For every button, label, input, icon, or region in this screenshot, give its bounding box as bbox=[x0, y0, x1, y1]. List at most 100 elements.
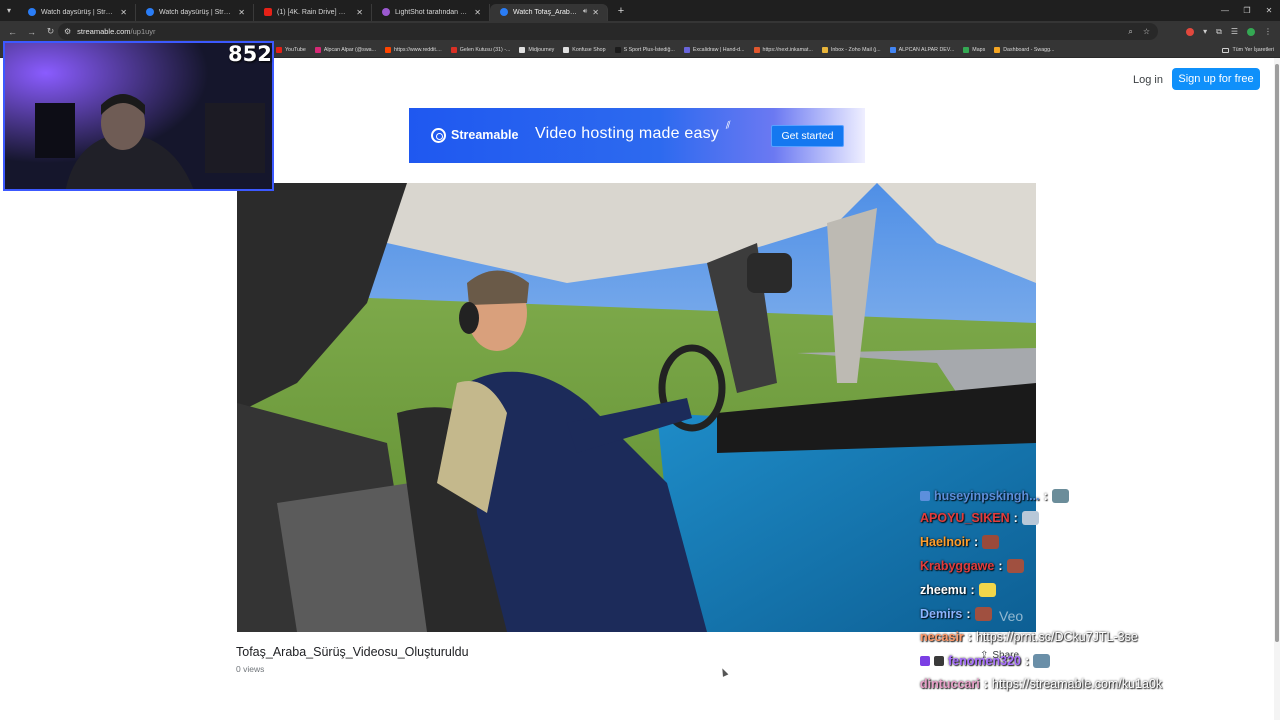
tab-title: (1) [4K. Rain Drive] 비를 맞으며 bbox=[277, 9, 352, 16]
tab-4[interactable]: LightShot tarafından Ekran Gö ✕ bbox=[372, 3, 490, 21]
bookmark-item[interactable]: Maps bbox=[963, 46, 986, 53]
chat-message: zheemu : bbox=[920, 580, 996, 600]
bookmark-favicon-icon bbox=[614, 46, 621, 53]
zoom-icon[interactable]: ⌕ bbox=[1128, 27, 1132, 37]
chat-separator: : bbox=[983, 677, 988, 691]
extension-dropdown-icon[interactable]: ▾ bbox=[1203, 27, 1207, 36]
chat-message: necasir : https://prnt.sc/DCku7JTL-3se bbox=[920, 627, 1138, 647]
all-bookmarks-folder[interactable]: Tüm Yer İşaretleri bbox=[1222, 42, 1274, 58]
speaker-icon[interactable]: 🔊︎ bbox=[583, 8, 587, 16]
chat-overlay: huseyinpskingh... : APOYU_SIKEN : Haelno… bbox=[914, 484, 1274, 699]
bookmark-favicon-icon bbox=[753, 46, 760, 53]
url-host: streamable.com bbox=[77, 27, 131, 36]
tab-title: Watch daysürüş | Streamable bbox=[41, 8, 115, 16]
chat-username: Demirs bbox=[920, 607, 963, 621]
close-window-icon[interactable]: ✕ bbox=[1258, 0, 1280, 21]
bookmark-favicon-icon bbox=[963, 46, 970, 53]
tab-5-active[interactable]: Watch Tofaş_Araba_Sürüş_V 🔊︎ ✕ bbox=[490, 3, 608, 21]
video-title: Tofaş_Araba_Sürüş_Videosu_Oluşturuldu bbox=[236, 645, 469, 659]
bookmark-item[interactable]: Inbox - Zoho Mail (j... bbox=[821, 46, 881, 53]
signup-button[interactable]: Sign up for free bbox=[1172, 68, 1260, 90]
bookmark-star-icon[interactable]: ☆ bbox=[1143, 27, 1150, 36]
bookmark-item[interactable]: Excalidraw | Hand-d... bbox=[683, 46, 745, 53]
chat-message: huseyinpskingh... : bbox=[920, 486, 1069, 506]
bookmark-item[interactable]: Midjourney bbox=[519, 46, 555, 53]
new-tab-icon[interactable]: + bbox=[612, 2, 630, 20]
omnibox[interactable]: ⚙ streamable.com/up1uyr ⌕ ☆ bbox=[58, 23, 1158, 40]
chat-message: Haelnoir : bbox=[920, 532, 1000, 552]
chat-emote-icon bbox=[1006, 559, 1024, 573]
bookmark-favicon-icon bbox=[385, 46, 392, 53]
promo-banner[interactable]: Streamable Video hosting made easy ⁄⁄ Ge… bbox=[409, 108, 865, 163]
chat-username: necasir bbox=[920, 630, 964, 644]
bookmark-item[interactable]: ALPCAN ALPAR DEV... bbox=[889, 46, 955, 53]
page-scrollbar[interactable] bbox=[1274, 58, 1280, 720]
close-tab-icon[interactable]: ✕ bbox=[120, 8, 127, 17]
tab-groups-icon[interactable]: ☰ bbox=[1231, 27, 1238, 36]
chat-username: APOYU_SIKEN bbox=[920, 511, 1010, 525]
chat-separator: : bbox=[970, 583, 975, 597]
bookmark-label: Gelen Kutusu (31) -... bbox=[459, 46, 511, 53]
bookmark-favicon-icon bbox=[821, 46, 828, 53]
banner-logo-text: Streamable bbox=[451, 128, 519, 142]
bookmark-favicon-icon bbox=[519, 46, 526, 53]
tab-search-icon[interactable]: ▾ bbox=[0, 0, 18, 21]
bookmark-label: Maps bbox=[972, 46, 986, 53]
bookmark-item[interactable]: https://next.inkamat... bbox=[753, 46, 813, 53]
puzzle-extensions-icon[interactable]: ⧉ bbox=[1216, 27, 1222, 37]
bookmark-item[interactable]: https://www.reddit.... bbox=[385, 46, 442, 53]
scrollbar-thumb[interactable] bbox=[1275, 64, 1279, 642]
window-controls: — ❐ ✕ bbox=[1214, 0, 1280, 21]
minimize-icon[interactable]: — bbox=[1214, 0, 1236, 21]
back-icon[interactable]: ← bbox=[6, 25, 19, 38]
close-tab-icon[interactable]: ✕ bbox=[238, 8, 245, 17]
bookmark-item[interactable]: Dashboard - Swagg... bbox=[994, 46, 1054, 53]
gift-badge-icon bbox=[934, 656, 944, 666]
site-info-icon[interactable]: ⚙ bbox=[64, 27, 71, 36]
chat-message: fenomen320 : bbox=[920, 651, 1051, 671]
bookmark-item[interactable]: YouTube bbox=[276, 46, 306, 53]
bookmark-label: Midjourney bbox=[528, 46, 555, 53]
chat-message: Demirs : bbox=[920, 604, 992, 624]
get-started-button[interactable]: Get started bbox=[771, 125, 844, 147]
tab-1[interactable]: Watch daysürüş | Streamable ✕ bbox=[18, 3, 136, 21]
banner-tagline: Video hosting made easy bbox=[535, 125, 719, 142]
streamable-favicon-icon bbox=[28, 8, 36, 16]
forward-icon[interactable]: → bbox=[25, 25, 38, 38]
sparkle-icon: ⁄⁄ bbox=[725, 119, 732, 132]
tab-strip: ▾ Watch daysürüş | Streamable ✕ Watch da… bbox=[0, 0, 1280, 21]
close-tab-icon[interactable]: ✕ bbox=[474, 8, 481, 17]
bookmark-favicon-icon bbox=[276, 46, 282, 53]
bookmark-favicon-icon bbox=[994, 46, 1001, 53]
bookmark-item[interactable]: Alpcan Alpar (@swa... bbox=[314, 46, 376, 53]
streamable-favicon-icon bbox=[146, 8, 154, 16]
bookmark-item[interactable]: S Sport Plus-İstediğ... bbox=[614, 46, 675, 53]
more-menu-icon[interactable]: ⋮ bbox=[1264, 27, 1272, 36]
chat-emote-icon bbox=[1051, 489, 1069, 503]
bookmark-item[interactable]: Gelen Kutusu (31) -... bbox=[450, 46, 511, 53]
restore-icon[interactable]: ❐ bbox=[1236, 0, 1258, 21]
chat-message: APOYU_SIKEN : bbox=[920, 508, 1039, 528]
tab-2[interactable]: Watch daysürüş | Streamable ✕ bbox=[136, 3, 254, 21]
close-tab-icon[interactable]: ✕ bbox=[592, 8, 599, 17]
close-tab-icon[interactable]: ✕ bbox=[356, 8, 363, 17]
bookmark-label: ALPCAN ALPAR DEV... bbox=[898, 46, 955, 53]
reload-icon[interactable]: ↻ bbox=[44, 25, 57, 38]
bookmark-item[interactable]: Konfuse Shop bbox=[563, 46, 606, 53]
chat-message: dintuccari : https://streamable.com/ku1a… bbox=[920, 674, 1162, 694]
chat-text: https://streamable.com/ku1a0k bbox=[991, 677, 1163, 691]
url-text[interactable]: streamable.com/up1uyr bbox=[77, 27, 155, 36]
bookmark-label: Inbox - Zoho Mail (j... bbox=[830, 46, 881, 53]
chat-separator: : bbox=[967, 630, 972, 644]
chat-username: Haelnoir bbox=[920, 535, 971, 549]
chat-username: fenomen320 bbox=[948, 654, 1021, 668]
profile-avatar-icon[interactable] bbox=[1247, 27, 1255, 36]
chat-username: huseyinpskingh... bbox=[934, 489, 1040, 503]
chat-separator: : bbox=[966, 607, 971, 621]
chat-separator: : bbox=[974, 535, 979, 549]
login-link[interactable]: Log in bbox=[1128, 72, 1168, 88]
extension-icon[interactable] bbox=[1186, 27, 1195, 36]
tab-3[interactable]: (1) [4K. Rain Drive] 비를 맞으며 ✕ bbox=[254, 3, 372, 21]
chat-emote-icon bbox=[982, 535, 1000, 549]
chat-emote-icon bbox=[1033, 654, 1051, 668]
